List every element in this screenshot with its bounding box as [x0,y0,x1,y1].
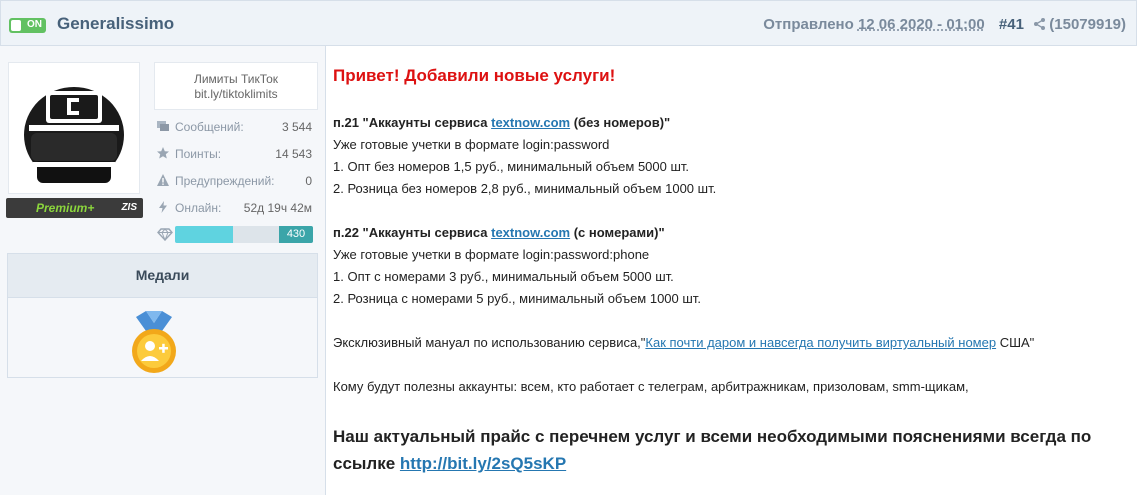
diamond-icon [157,228,173,241]
toggle-knob [11,20,21,31]
post-number[interactable]: #41 [999,16,1024,33]
item22-title: п.22 "Аккаунты сервиса textnow.com (с но… [333,225,665,240]
stat-warnings: Предупреждений: 0 [156,172,316,190]
medals-title: Медали [8,254,317,298]
user-sidebar: Premium+ ZIS Лимиты ТикТок bit.ly/tiktok… [0,46,326,495]
stat-label: Поинты: [175,147,222,161]
stat-value[interactable]: 14 543 [275,147,312,161]
price-link[interactable]: http://bit.ly/2sQ5sKP [400,454,566,473]
manual-line: Эксклюзивный мануал по использованию сер… [333,335,1034,350]
item-title-prefix: п.21 "Аккаунты сервиса [333,115,492,130]
item22-line: 2. Розница с номерами 5 руб., минимальны… [333,291,701,306]
premium-badge: Premium+ [36,201,95,215]
stat-label: Онлайн: [175,201,222,215]
audience-line: Кому будут полезны аккаунты: всем, кто р… [333,379,969,394]
warning-icon [157,174,169,186]
share-icon[interactable] [1034,16,1049,33]
sent-label: Отправлено [763,16,854,33]
post-meta: Отправлено 12 06 2020 - 01:00 #41 (15079… [763,16,1126,33]
stat-value: 52д 19ч 42м [243,201,312,215]
stat-messages: Сообщений: 3 544 [156,118,316,136]
item21-title: п.21 "Аккаунты сервиса textnow.com (без … [333,115,670,130]
item21-line: Уже готовые учетки в формате login:passw… [333,137,610,152]
stat-points: Поинты: 14 543 [156,145,316,163]
stat-value[interactable]: 3 544 [282,120,312,134]
reputation-bar[interactable]: 430 [175,226,313,243]
stat-label: Сообщений: [175,120,244,134]
stat-value: 0 [305,174,312,188]
reputation-fill [175,226,233,243]
textnow-link[interactable]: textnow.com [491,115,570,130]
lightning-icon [159,201,167,213]
helmet-avatar-icon [24,87,124,183]
manual-link[interactable]: Как почти даром и навсегда получить вирт… [645,335,996,350]
item22-line: 1. Опт с номерами 3 руб., минимальный об… [333,269,674,284]
medals-panel: Медали [7,253,318,378]
share-count[interactable]: (15079919) [1049,16,1126,33]
manual-suffix: США" [996,335,1035,350]
signature-line1: Лимиты ТикТок [193,72,279,86]
star-icon [157,147,169,159]
post-header: ON Generalissimo Отправлено 12 06 2020 -… [0,0,1137,46]
rank-banner: Premium+ ZIS [6,198,143,218]
item21-line: 2. Розница без номеров 2,8 руб., минимал… [333,181,717,196]
item21-line: 1. Опт без номеров 1,5 руб., минимальный… [333,159,690,174]
stat-label: Предупреждений: [175,174,275,188]
post-greeting: Привет! Добавили новые услуги! [333,66,616,85]
price-paragraph: Наш актуальный прайс с перечнем услуг и … [333,423,1123,477]
signature-box[interactable]: Лимиты ТикТок bit.ly/tiktoklimits [154,62,318,110]
post-date[interactable]: 12 06 2020 - 01:00 [858,16,985,33]
item-title-suffix: (без номеров)" [570,115,671,130]
stat-online: Онлайн: 52д 19ч 42м [156,199,316,217]
item-title-prefix: п.22 "Аккаунты сервиса [333,225,492,240]
avatar[interactable] [8,62,140,194]
rank-tag: ZIS [121,202,137,213]
item22-line: Уже готовые учетки в формате login:passw… [333,247,650,262]
signature-line2: bit.ly/tiktoklimits [194,87,278,101]
item-title-suffix: (с номерами)" [570,225,665,240]
manual-prefix: Эксклюзивный мануал по использованию сер… [333,335,646,350]
textnow-link[interactable]: textnow.com [491,225,570,240]
reputation-value: 430 [279,226,313,243]
medal-icon[interactable] [128,309,180,375]
author-username[interactable]: Generalissimo [57,14,174,34]
online-toggle[interactable]: ON [9,18,46,33]
messages-icon [157,121,169,131]
toggle-label: ON [27,19,42,30]
